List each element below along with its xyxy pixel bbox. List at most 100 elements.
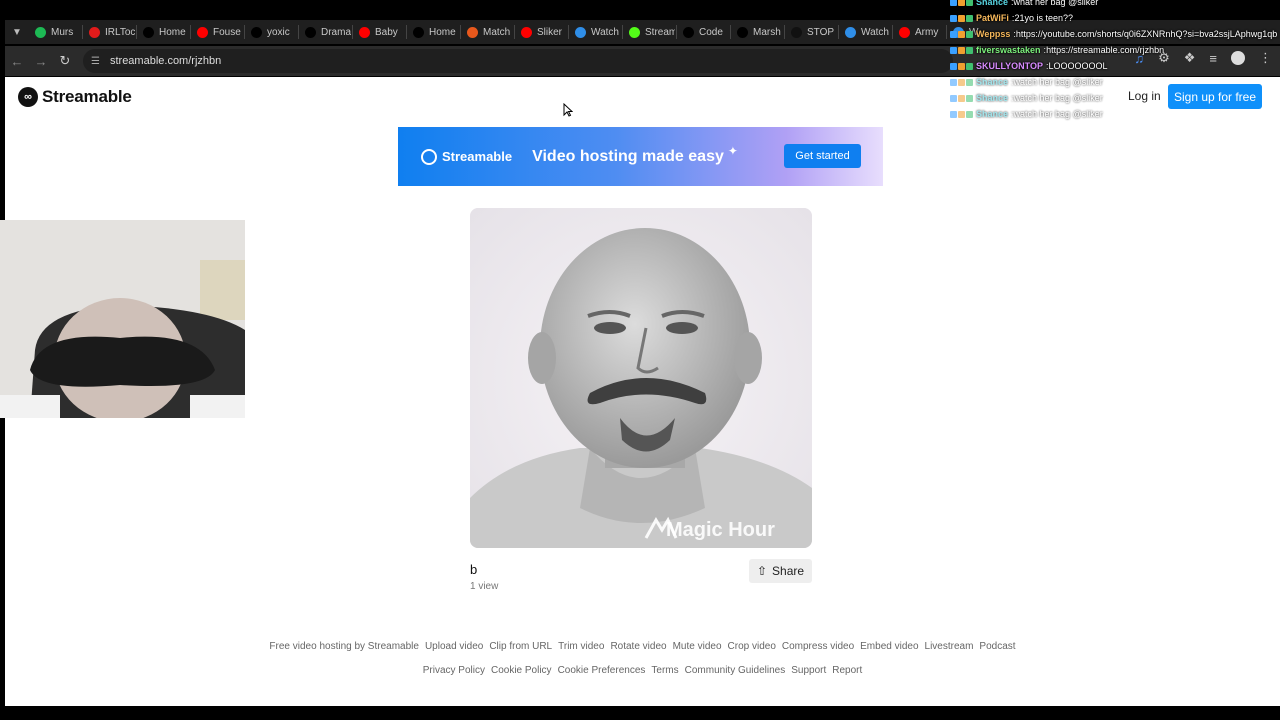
footer-link[interactable]: Privacy Policy bbox=[423, 665, 485, 676]
browser-tab[interactable]: Home bbox=[137, 20, 190, 44]
tab-label: Baby bbox=[375, 26, 398, 38]
chat-badges-icon bbox=[950, 110, 973, 118]
screen: ▼ Murs IRLToc Home Fouse yoxic Drama Baby Home M… bbox=[0, 0, 1280, 720]
chat-username: SKULLYONTOP bbox=[976, 61, 1044, 71]
banner-brand: Streamable bbox=[442, 149, 513, 164]
chat-message: fiverswastaken: https://streamable.com/r… bbox=[950, 42, 1280, 58]
streamable-logo-icon: ∞ bbox=[18, 87, 38, 107]
chat-text: watch her bag @sliker bbox=[1013, 109, 1103, 119]
share-label: Share bbox=[772, 564, 805, 578]
tab-label: Watch bbox=[861, 26, 889, 38]
browser-tab[interactable]: Watch bbox=[569, 20, 622, 44]
x-icon bbox=[683, 26, 694, 38]
footer-link[interactable]: Clip from URL bbox=[489, 641, 552, 652]
tab-label: Drama bbox=[321, 26, 351, 38]
tab-label: Murs bbox=[51, 26, 74, 38]
footer-link[interactable]: Report bbox=[832, 665, 862, 676]
browser-tab[interactable]: STOP bbox=[785, 20, 838, 44]
promo-banner[interactable]: Streamable Video hosting made easy ✦ Get… bbox=[398, 127, 883, 186]
footer-link[interactable]: Upload video bbox=[425, 641, 483, 652]
browser-tab[interactable]: Baby bbox=[353, 20, 406, 44]
chat-text: https://streamable.com/rjzhbn bbox=[1046, 45, 1165, 55]
browser-tab[interactable]: Murs bbox=[29, 20, 82, 44]
footer-link[interactable]: Support bbox=[791, 665, 826, 676]
browser-tab[interactable]: Drama bbox=[299, 20, 352, 44]
chat-username: Shance bbox=[976, 93, 1009, 103]
chat-badges-icon bbox=[950, 78, 973, 86]
footer-link[interactable]: Crop video bbox=[728, 641, 776, 652]
chat-badges-icon bbox=[950, 94, 973, 102]
footer-link[interactable]: Podcast bbox=[979, 641, 1015, 652]
browser-tab[interactable]: Fouse bbox=[191, 20, 244, 44]
youtube-icon bbox=[521, 26, 532, 38]
back-arrow-icon[interactable]: ← bbox=[5, 49, 29, 73]
tab-list: Murs IRLToc Home Fouse yoxic Drama Baby Home Mat… bbox=[29, 20, 1000, 44]
browser-tab[interactable]: Army bbox=[893, 20, 946, 44]
x-icon bbox=[413, 26, 424, 38]
footer-link[interactable]: Rotate video bbox=[610, 641, 666, 652]
x-icon bbox=[143, 26, 154, 38]
footer-link[interactable]: Cookie Policy bbox=[491, 665, 552, 676]
tab-label: Marsh bbox=[753, 26, 781, 38]
browser-tab[interactable]: Match bbox=[461, 20, 514, 44]
tab-label: Code bbox=[699, 26, 723, 38]
chat-message: Shance: watch her bag @sliker bbox=[950, 90, 1280, 106]
streamable-icon bbox=[845, 26, 856, 38]
tab-label: Army bbox=[915, 26, 939, 38]
video-title: b bbox=[470, 562, 478, 577]
chat-text: watch her bag @sliker bbox=[1013, 77, 1103, 87]
chat-badges-icon bbox=[950, 30, 973, 38]
tab-label: Match bbox=[483, 26, 511, 38]
footer-links-primary: Free video hosting by Streamable Upload v… bbox=[5, 641, 1280, 652]
footer-link[interactable]: Compress video bbox=[782, 641, 854, 652]
browser-tab[interactable]: Marsh bbox=[731, 20, 784, 44]
chat-username: Shance bbox=[976, 77, 1009, 87]
browser-tab[interactable]: Watch bbox=[839, 20, 892, 44]
video-player[interactable]: Magic Hour bbox=[470, 208, 812, 548]
chat-badges-icon bbox=[950, 46, 973, 54]
reload-icon[interactable]: ↻ bbox=[53, 49, 77, 73]
browser-tab[interactable]: Code bbox=[677, 20, 730, 44]
chat-message: Shance: what her bag @sliker bbox=[950, 0, 1280, 10]
address-bar[interactable]: ☰ streamable.com/rjzhbn bbox=[83, 49, 953, 73]
footer-link[interactable]: Free video hosting by Streamable bbox=[269, 641, 419, 652]
banner-logo-icon bbox=[421, 148, 437, 165]
browser-tab[interactable]: Home bbox=[407, 20, 460, 44]
footer-link[interactable]: Embed video bbox=[860, 641, 918, 652]
streamable-icon bbox=[575, 26, 586, 38]
get-started-button[interactable]: Get started bbox=[784, 144, 861, 168]
tab-label: Watch bbox=[591, 26, 619, 38]
tab-label: IRLToc bbox=[105, 26, 135, 38]
browser-tab[interactable]: Stream bbox=[623, 20, 676, 44]
footer-link[interactable]: Cookie Preferences bbox=[558, 665, 646, 676]
tab-label: Home bbox=[159, 26, 186, 38]
chat-username: Shance bbox=[976, 0, 1009, 7]
site-info-icon[interactable]: ☰ bbox=[91, 56, 100, 67]
browser-tab[interactable]: Sliker bbox=[515, 20, 568, 44]
x-icon bbox=[737, 26, 748, 38]
share-button[interactable]: ⇧ Share bbox=[749, 559, 812, 583]
kick-icon bbox=[629, 26, 640, 38]
x-icon bbox=[305, 26, 316, 38]
footer-link[interactable]: Mute video bbox=[673, 641, 722, 652]
footer-link[interactable]: Terms bbox=[651, 665, 678, 676]
chat-text: LOOOOOOOL bbox=[1048, 61, 1108, 71]
browser-tab[interactable]: IRLToc bbox=[83, 20, 136, 44]
tab-label: Fouse bbox=[213, 26, 241, 38]
footer-link[interactable]: Trim video bbox=[558, 641, 604, 652]
chat-username: fiverswastaken bbox=[976, 45, 1041, 55]
forward-arrow-icon[interactable]: → bbox=[29, 49, 53, 73]
chat-username: Shance bbox=[976, 109, 1009, 119]
chat-message: Weppss: https://youtube.com/shorts/q0i6Z… bbox=[950, 26, 1280, 42]
tab-label: Home bbox=[429, 26, 456, 38]
chat-message: Shance: watch her bag @sliker bbox=[950, 74, 1280, 90]
tab-label: Sliker bbox=[537, 26, 563, 38]
view-count: 1 view bbox=[470, 581, 499, 592]
tab-search-chevron-icon[interactable]: ▼ bbox=[5, 20, 29, 44]
footer-link[interactable]: Livestream bbox=[925, 641, 974, 652]
streamable-logo[interactable]: ∞ Streamable bbox=[18, 87, 132, 107]
chat-badges-icon bbox=[950, 62, 973, 70]
browser-tab[interactable]: yoxic bbox=[245, 20, 298, 44]
tab-label: STOP bbox=[807, 26, 835, 38]
footer-link[interactable]: Community Guidelines bbox=[685, 665, 786, 676]
